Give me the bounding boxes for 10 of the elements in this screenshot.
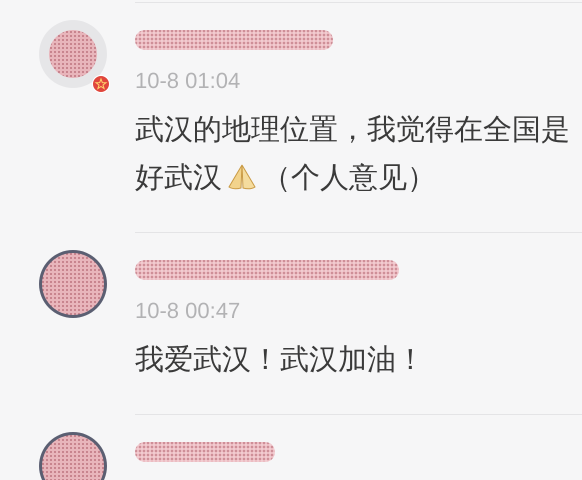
avatar[interactable]: [38, 249, 108, 319]
praying-hands-icon: [226, 163, 258, 191]
comment-text: 我爱武汉！武汉加油！: [135, 341, 425, 378]
comment-text: （个人意见）: [262, 159, 436, 196]
comment-time: 10-8 00:47: [135, 298, 242, 324]
comment-text: 好武汉: [135, 159, 222, 196]
avatar[interactable]: [38, 431, 108, 480]
comment-text: 武汉的地理位置，我觉得在全国是: [135, 111, 570, 148]
avatar[interactable]: [38, 19, 108, 89]
comment-time: 10-8 01:04: [135, 68, 242, 94]
